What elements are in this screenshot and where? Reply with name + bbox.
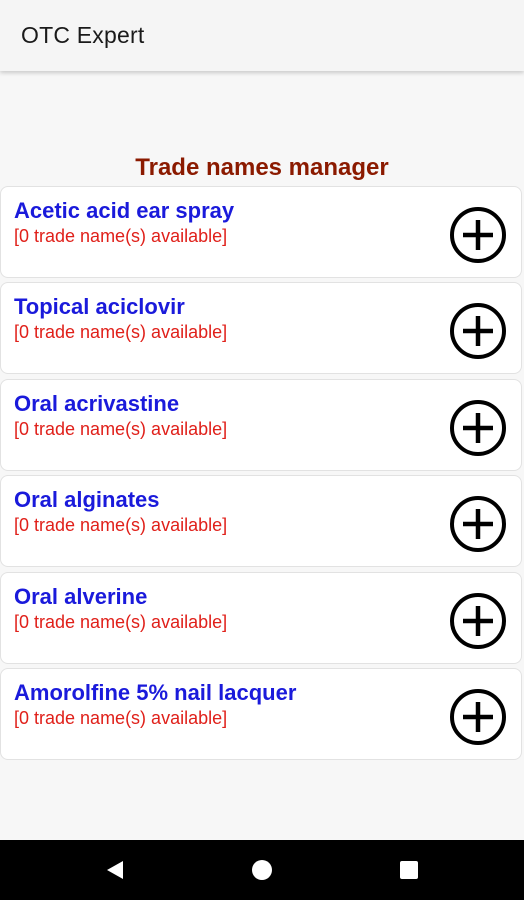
home-circle-icon xyxy=(252,860,272,880)
add-trade-name-button[interactable] xyxy=(448,591,508,651)
add-trade-name-button[interactable] xyxy=(448,398,508,458)
item-status: [0 trade name(s) available] xyxy=(14,322,228,342)
item-name: Acetic acid ear spray xyxy=(14,198,235,223)
nav-home-button[interactable] xyxy=(232,840,292,900)
item-status: [0 trade name(s) available] xyxy=(14,419,228,439)
plus-circle-icon xyxy=(450,207,506,263)
list-item[interactable]: Topical aciclovir [0 trade name(s) avail… xyxy=(0,282,522,374)
item-name: Topical aciclovir xyxy=(14,294,185,319)
add-trade-name-button[interactable] xyxy=(448,205,508,265)
list-item[interactable]: Oral alginates [0 trade name(s) availabl… xyxy=(0,475,522,567)
add-trade-name-button[interactable] xyxy=(448,301,508,361)
main-content: Trade names manager Acetic acid ear spra… xyxy=(0,71,524,840)
app-title: OTC Expert xyxy=(21,22,145,48)
plus-circle-icon xyxy=(450,496,506,552)
item-status: [0 trade name(s) available] xyxy=(14,612,228,632)
plus-circle-icon xyxy=(450,400,506,456)
add-trade-name-button[interactable] xyxy=(448,687,508,747)
plus-circle-icon xyxy=(450,593,506,649)
recents-square-icon xyxy=(400,861,418,879)
add-trade-name-button[interactable] xyxy=(448,494,508,554)
plus-circle-icon xyxy=(450,303,506,359)
back-triangle-icon xyxy=(107,861,123,879)
item-name: Oral alverine xyxy=(14,584,148,609)
item-name: Amorolfine 5% nail lacquer xyxy=(14,680,297,705)
nav-recents-button[interactable] xyxy=(379,840,439,900)
plus-circle-icon xyxy=(450,689,506,745)
item-status: [0 trade name(s) available] xyxy=(14,226,228,246)
list-item[interactable]: Oral alverine [0 trade name(s) available… xyxy=(0,572,522,664)
list-item[interactable]: Acetic acid ear spray [0 trade name(s) a… xyxy=(0,186,522,278)
item-status: [0 trade name(s) available] xyxy=(14,708,228,728)
item-name: Oral acrivastine xyxy=(14,391,180,416)
app-bar: OTC Expert xyxy=(0,0,524,71)
item-name: Oral alginates xyxy=(14,487,160,512)
list-item[interactable]: Amorolfine 5% nail lacquer [0 trade name… xyxy=(0,668,522,760)
section-title: Trade names manager xyxy=(135,154,389,181)
item-status: [0 trade name(s) available] xyxy=(14,515,228,535)
nav-back-button[interactable] xyxy=(85,840,145,900)
system-nav-bar xyxy=(0,840,524,900)
list-item[interactable]: Oral acrivastine [0 trade name(s) availa… xyxy=(0,379,522,471)
